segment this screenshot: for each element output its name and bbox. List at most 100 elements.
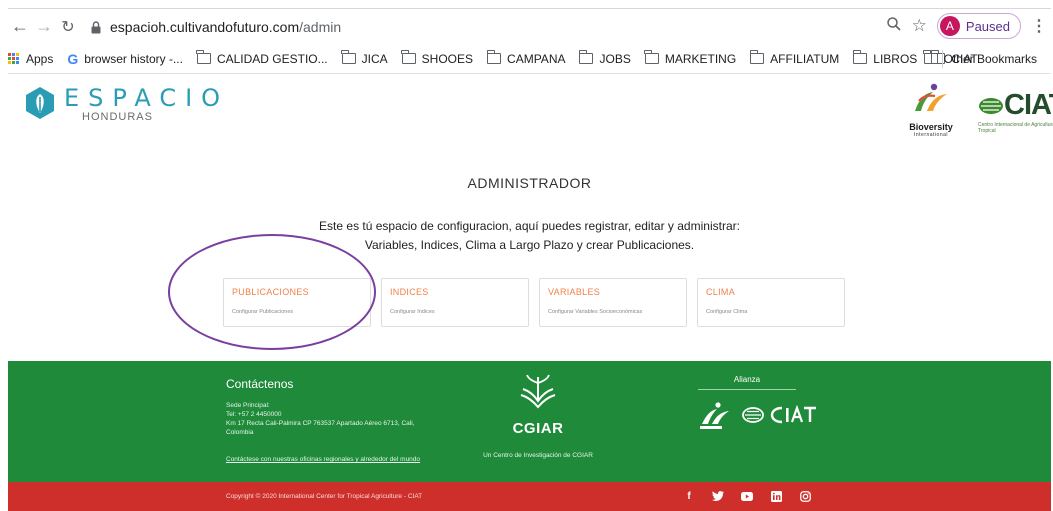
description-line-1: Este es tú espacio de configuracion, aqu… — [319, 219, 740, 233]
back-button[interactable]: ← — [8, 15, 32, 39]
card-indices[interactable]: INDICES Configurar Indices — [381, 278, 529, 327]
avatar: A — [939, 16, 960, 36]
admin-cards: PUBLICACIONES Configurar Publicaciones I… — [223, 278, 845, 327]
card-variables[interactable]: VARIABLES Configurar Variables Socioecon… — [539, 278, 687, 327]
bookmarks-bar: Apps G browser history -... CALIDAD GEST… — [8, 44, 1051, 74]
card-title: INDICES — [390, 287, 429, 297]
logo-subtitle: HONDURAS — [82, 111, 153, 123]
logo-title: ESPACIO — [64, 84, 230, 112]
alianza-title: Alianza — [698, 375, 796, 390]
card-subtitle: Configurar Indices — [390, 309, 435, 315]
card-title: VARIABLES — [548, 287, 601, 297]
ciat-white-icon[interactable] — [742, 403, 818, 427]
linkedin-icon[interactable] — [769, 489, 783, 503]
folder-icon — [578, 50, 594, 64]
cgiar-logo[interactable]: CGIAR Un Centro de Investigación de CGIA… — [478, 373, 598, 459]
folder-icon — [401, 50, 416, 64]
card-subtitle: Configurar Clima — [706, 309, 748, 315]
bookmark-label: MARKETING — [664, 51, 737, 66]
folder-icon — [341, 50, 356, 64]
bioversity-white-icon[interactable] — [698, 400, 734, 430]
card-clima[interactable]: CLIMA Configurar Clima — [697, 278, 845, 327]
profile-button[interactable]: A Paused — [936, 13, 1021, 39]
contact-title: Contáctenos — [226, 377, 294, 391]
bookmark-label: LIBROS — [873, 51, 918, 66]
footer-main: Contáctenos Sede Principal: Tel: +57 2 4… — [8, 361, 1051, 482]
bookmark-folder[interactable]: JOBS — [578, 50, 631, 66]
star-icon[interactable]: ☆ — [912, 16, 927, 36]
ciat-leaf-icon — [979, 97, 1003, 114]
social-links: f — [682, 489, 812, 503]
page-content: ESPACIO HONDURAS Bioversity Internationa… — [8, 75, 1053, 511]
bookmark-label: CAMPANA — [507, 51, 566, 66]
card-publicaciones[interactable]: PUBLICACIONES Configurar Publicaciones — [223, 278, 371, 327]
bookmark-folder[interactable]: MARKETING — [644, 50, 737, 66]
bookmark-folder[interactable]: CALIDAD GESTIO... — [196, 50, 328, 66]
lock-icon — [90, 20, 102, 34]
folder-icon — [749, 50, 765, 64]
card-subtitle: Configurar Publicaciones — [232, 309, 294, 315]
url-path: /admin — [299, 19, 342, 35]
description-line-2: Variables, Indices, Clima a Largo Plazo … — [364, 238, 695, 252]
bookmark-browser-history[interactable]: G browser history -... — [67, 51, 183, 67]
bookmark-folder[interactable]: JICA — [341, 50, 388, 66]
folder-icon — [923, 50, 938, 64]
google-icon: G — [67, 50, 79, 67]
bookmark-folder[interactable]: AFFILIATUM — [749, 50, 840, 66]
bioversity-mark-icon — [915, 83, 947, 111]
espacio-mark-icon — [26, 87, 54, 119]
folder-icon — [196, 50, 211, 64]
twitter-icon[interactable] — [711, 489, 725, 503]
zoom-icon[interactable] — [886, 16, 902, 37]
apps-icon — [8, 52, 20, 65]
folder-icon — [644, 50, 659, 64]
bookmark-folder[interactable]: LIBROS — [852, 50, 918, 66]
bookmark-label: JICA — [361, 51, 388, 66]
reload-button[interactable]: ↻ — [56, 15, 80, 39]
url-domain: espacioh.cultivandofuturo.com — [110, 19, 300, 35]
card-subtitle: Configurar Variables Socioeconómicas — [548, 309, 643, 315]
alianza-block: Alianza — [698, 375, 816, 430]
ciat-word: CIAT — [1004, 89, 1053, 121]
bookmark-other[interactable]: Other Bookmarks — [923, 50, 1037, 66]
ciat-logo[interactable]: CIAT Centro Internacional de Agricultura… — [978, 89, 1053, 134]
card-title: PUBLICACIONES — [232, 287, 309, 297]
cgiar-subtitle: Un Centro de Investigación de CGIAR — [483, 452, 593, 459]
facebook-icon[interactable]: f — [682, 489, 696, 503]
contact-address: Km 17 Recta Cali-Palmira CP 763537 Apart… — [226, 420, 415, 427]
bookmark-label: CALIDAD GESTIO... — [216, 51, 328, 66]
browser-toolbar: ← → ↻ espacioh.cultivandofuturo.com/admi… — [8, 8, 1051, 44]
forward-button[interactable]: → — [32, 15, 56, 39]
page-title: ADMINISTRADOR — [467, 175, 592, 191]
card-title: CLIMA — [706, 287, 736, 297]
ciat-sublabel: Centro Internacional de Agricultura Trop… — [978, 122, 1053, 134]
bookmark-folder[interactable]: SHOOES — [401, 50, 473, 66]
copyright: Copyright © 2020 International Center fo… — [226, 493, 423, 500]
alianza-logos — [698, 400, 818, 430]
bookmark-label: Other Bookmarks — [943, 51, 1037, 66]
address-bar[interactable]: espacioh.cultivandofuturo.com/admin — [90, 13, 935, 41]
menu-icon[interactable]: ⋮ — [1031, 16, 1047, 36]
bookmark-label: Apps — [26, 51, 54, 66]
bioversity-sublabel: International — [913, 132, 949, 138]
bookmark-label: AFFILIATUM — [770, 51, 840, 66]
toolbar-right: ☆ A Paused ⋮ — [886, 13, 1051, 39]
contact-info: Sede Principal: Tel: +57 2 4450000 Km 17… — [226, 401, 415, 437]
bioversity-label: Bioversity — [909, 122, 953, 132]
folder-icon — [852, 50, 868, 64]
bookmark-label: browser history -... — [84, 51, 183, 66]
contact-tel: Tel: +57 2 4450000 — [226, 411, 282, 418]
contact-offices-link[interactable]: Contáctese con nuestras oficinas regiona… — [226, 456, 420, 463]
cgiar-mark-icon — [520, 374, 556, 409]
footer-bottom: Copyright © 2020 International Center fo… — [8, 482, 1051, 511]
bookmark-folder[interactable]: CAMPANA — [486, 50, 566, 66]
espacio-logo[interactable]: ESPACIO HONDURAS — [24, 85, 229, 123]
cgiar-word: CGIAR — [512, 420, 564, 437]
bookmark-label: JOBS — [599, 51, 631, 66]
bioversity-logo[interactable]: Bioversity International — [901, 81, 961, 141]
bookmark-apps[interactable]: Apps — [8, 52, 53, 66]
contact-country: Colombia — [226, 429, 254, 436]
instagram-icon[interactable] — [798, 489, 812, 503]
folder-icon — [486, 50, 502, 64]
youtube-icon[interactable] — [740, 489, 754, 503]
